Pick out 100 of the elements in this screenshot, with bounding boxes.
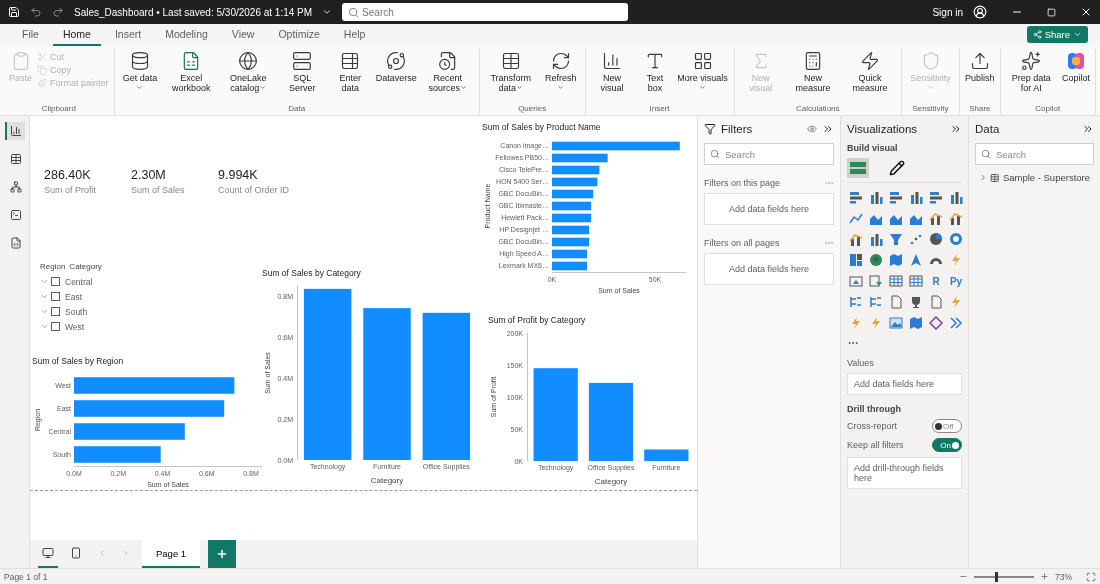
ribbon-button[interactable]: Prep data for AI [1003,49,1059,104]
checkbox[interactable] [51,307,60,316]
checkbox[interactable] [51,292,60,301]
view-button[interactable] [4,122,25,140]
share-button[interactable]: Share [1026,26,1088,43]
ribbon-button[interactable]: Publish [963,49,997,104]
caret-icon[interactable] [322,7,333,17]
ribbon-button[interactable]: Recent sources [419,49,476,104]
caret-icon [557,84,565,91]
drop-well[interactable]: Add drill-through fields here [847,457,962,489]
add-page-button[interactable] [208,540,237,568]
table-icon [500,51,521,71]
toggle-switch[interactable]: On [932,438,962,452]
search-field[interactable]: Search [342,3,629,21]
slicer-item-label: Central [65,276,93,287]
scissors-icon [37,52,47,62]
visual-type-button[interactable] [887,314,905,332]
bar [552,261,588,271]
menu-tab[interactable]: Optimize [268,26,330,46]
menu-tab[interactable]: View [221,26,265,46]
menu-tab[interactable]: Insert [104,26,152,46]
visual-type-button[interactable] [907,314,925,332]
slider-thumb[interactable] [995,571,998,582]
menu-tab[interactable]: Help [333,26,376,46]
ribbon-button[interactable]: OneLake catalog [220,49,277,104]
visual-type-button[interactable] [907,272,925,290]
sign-in-link[interactable]: Sign in [932,6,963,18]
section-title: Filters on all pages [704,238,780,248]
visual-type-button[interactable] [927,314,945,332]
map-icon [909,316,923,330]
avatar-icon[interactable] [973,5,987,19]
ribbon-button[interactable]: Excel workbook [163,49,220,104]
table-icon [990,172,1000,183]
visual-type-button[interactable] [887,251,905,269]
ribbon-button[interactable]: New visual [588,49,636,104]
ribbon-button[interactable]: Quick measure [841,49,898,104]
ribbon-button[interactable]: More visuals [674,49,731,104]
bar [552,225,590,235]
ribbon-button[interactable]: SQL Server [277,49,327,104]
caret-icon [927,84,934,91]
fields-grid-icon [849,160,867,176]
ribbon-button[interactable]: Refresh [539,49,582,104]
axis-title: Category [370,476,404,485]
ribbon-button[interactable]: Text box [636,49,674,104]
visual-type-button[interactable] [947,230,965,248]
visual-type-button[interactable] [867,272,885,290]
ribbon-button[interactable]: Dataverse [373,49,419,104]
ribbon-button[interactable]: Enter data [328,49,373,104]
save-icon[interactable] [8,6,20,18]
visual-type-button[interactable] [867,251,885,269]
search-field[interactable]: Search [975,143,1094,165]
search-field[interactable]: Search [704,143,834,165]
column-chart-icon [9,125,22,137]
grid-icon [692,51,713,71]
visual-type-button[interactable] [927,230,945,248]
drop-well[interactable]: Add data fields here [847,373,962,395]
close-icon[interactable] [1080,6,1092,18]
lightning-icon [949,253,963,267]
document-icon [889,295,903,309]
page-tab[interactable]: Page 1 [142,540,201,568]
redo-icon[interactable] [52,6,64,18]
caret-icon [259,84,267,91]
checkbox[interactable] [51,322,60,331]
clock-document-icon [437,51,458,71]
bar [552,189,594,199]
visual-type-button[interactable] [847,251,865,269]
treemap-icon [849,253,863,267]
ribbon-button[interactable]: Get data [117,49,163,104]
menu-tab[interactable]: File [12,26,49,46]
collapse-icon[interactable] [1082,123,1094,135]
tree-item[interactable]: Sample - Superstore [975,170,1094,185]
collapse-icon[interactable] [950,123,962,135]
drop-well[interactable]: Add data fields here [704,193,834,225]
card-value: 286.40K [44,168,92,182]
zoom-in-icon[interactable] [1040,572,1049,581]
maximize-icon[interactable] [1047,7,1056,17]
undo-icon[interactable] [30,6,42,18]
ribbon-button[interactable]: New measure [784,49,841,104]
checkbox[interactable] [51,277,60,286]
ribbon-button[interactable]: Copilot [1059,49,1092,104]
visual-type-button[interactable] [887,272,905,290]
bar [552,237,590,247]
card-icon [849,274,863,288]
phone-icon [70,547,82,559]
toggle-switch[interactable]: Off [932,419,962,433]
fit-page-icon[interactable] [1086,571,1096,582]
collapse-icon[interactable] [822,123,834,135]
section-title: Drill through [847,404,902,414]
menu-tab[interactable]: Modeling [155,26,218,46]
ribbon-button[interactable]: Transform data [482,49,539,104]
eye-icon[interactable] [807,124,817,134]
mode-tab[interactable] [887,158,907,178]
lightning-icon [869,316,883,330]
drop-well[interactable]: Add data fields here [704,253,834,285]
page-indicator: Page 1 of 1 [4,571,48,582]
caret-icon [516,84,523,91]
card-value: 2.30M [131,168,167,182]
caret-icon [136,84,144,91]
caret-icon [460,84,467,91]
map-icon [889,253,903,267]
